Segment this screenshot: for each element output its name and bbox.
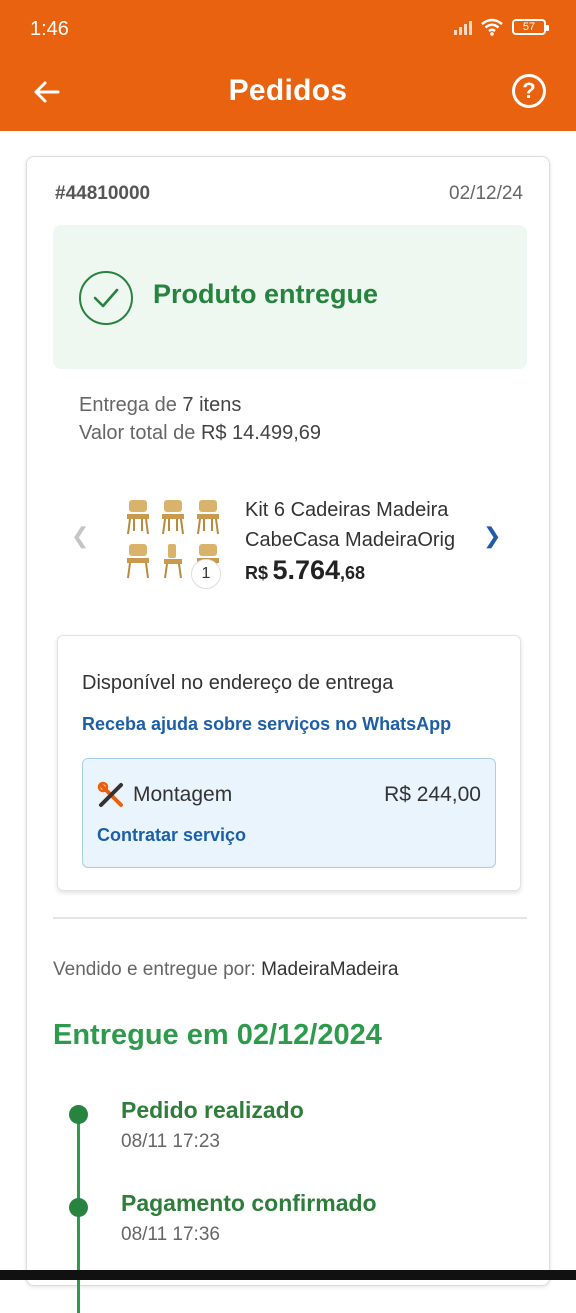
delivered-date: Entregue em 02/12/2024 [53,1019,382,1051]
product-price: R$ 5.764,68 [245,555,366,585]
signal-icon [454,19,472,35]
check-circle-icon [79,271,133,325]
wifi-icon [481,18,503,36]
order-date: 02/12/24 [449,183,523,204]
timeline-dot [69,1198,88,1217]
timeline-dot [69,1105,88,1124]
timeline-title: Pagamento confirmado [121,1190,377,1216]
order-card: #44810000 02/12/24 Produto entregue Entr… [26,156,551,1313]
order-summary: Entrega de 7 itens Valor total de R$ 14.… [79,391,321,447]
order-total: Valor total de R$ 14.499,69 [79,422,322,444]
timeline-time: 08/11 17:23 [121,1131,220,1152]
order-timeline: Pedido realizado 08/11 17:23 Pagamento c… [53,1093,523,1313]
service-name: Montagem [133,783,233,806]
seller-name: MadeiraMadeira [261,959,399,980]
services-heading: Disponível no endereço de entrega [82,672,394,694]
status-bar: 1:46 57 [0,0,576,58]
delivery-status-banner: Produto entregue [53,225,527,369]
timeline-step: Pagamento confirmado 08/11 17:36 [53,1186,523,1279]
chevron-left-icon[interactable]: ❮ [71,523,89,549]
app-bar: Pedidos ? [0,58,576,131]
chair-image [192,497,223,537]
order-number: #44810000 [55,183,151,204]
product-carousel: ❮ 1 Kit 6 Cadeiras Madeira CabeCasa Made… [27,487,551,597]
chair-image [158,541,189,581]
timeline-title: Pedido realizado [121,1097,304,1123]
divider [53,917,527,919]
chair-image [123,541,154,581]
status-time: 1:46 [30,18,69,40]
quantity-badge: 1 [191,559,221,589]
system-icons: 57 [454,18,549,36]
hire-service-link[interactable]: Contratar serviço [97,825,246,846]
chair-image [123,497,154,537]
whatsapp-help-link[interactable]: Receba ajuda sobre serviços no WhatsApp [82,714,451,735]
delivery-count: Entrega de 7 itens [79,394,242,416]
chair-image [158,497,189,537]
product-name[interactable]: Kit 6 Cadeiras Madeira CabeCasa MadeiraO… [245,495,485,555]
assembly-service: Montagem R$ 244,00 Contratar serviço [82,758,496,868]
help-button[interactable]: ? [512,74,546,108]
battery-level: 57 [522,21,536,33]
battery-icon: 57 [512,19,549,35]
chevron-right-icon[interactable]: ❯ [483,523,501,549]
services-card: Disponível no endereço de entrega Receba… [57,635,521,891]
tools-icon [97,781,123,807]
system-nav-bar [0,1270,576,1280]
page-title: Pedidos [228,74,348,107]
service-price: R$ 244,00 [384,783,481,806]
timeline-step: Pedido realizado 08/11 17:23 [53,1093,523,1186]
timeline-time: 08/11 17:36 [121,1224,220,1245]
delivery-status-text: Produto entregue [153,279,379,309]
seller-info: Vendido e entregue por: MadeiraMadeira [53,959,399,980]
help-circle-icon: ? [522,78,536,103]
